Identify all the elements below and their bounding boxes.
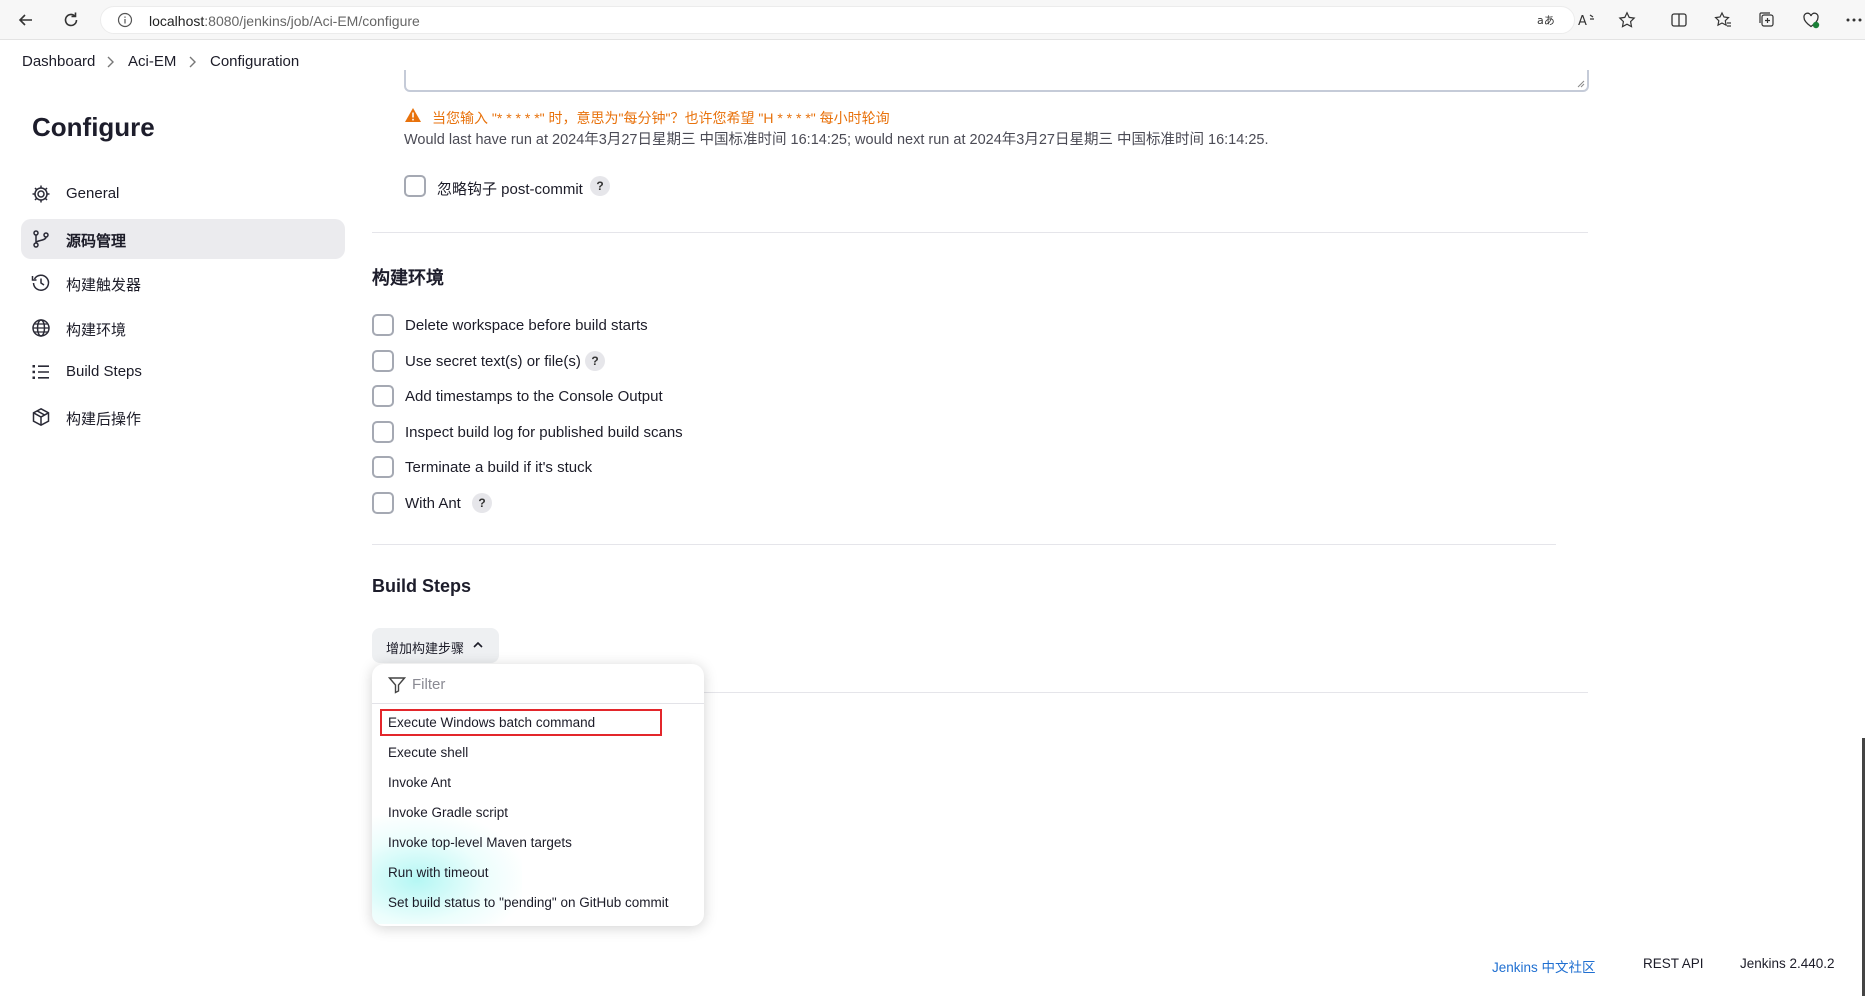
help-icon[interactable]: ? (590, 176, 610, 196)
checkbox-label: Terminate a build if it's stuck (405, 459, 593, 476)
add-build-step-button[interactable]: 增加构建步骤 (372, 628, 499, 663)
sidebar-item-build-steps[interactable]: Build Steps (21, 352, 345, 392)
back-icon[interactable] (14, 8, 38, 32)
resize-handle-icon[interactable] (1577, 80, 1585, 88)
sidebar-item-label: 源码管理 (66, 233, 127, 250)
section-title-build-steps: Build Steps (372, 576, 472, 596)
checkbox-label: Use secret text(s) or file(s) (405, 353, 581, 370)
checkbox[interactable] (372, 350, 394, 372)
split-screen-icon[interactable] (1668, 9, 1690, 31)
warning-text: 当您输入 "* * * * *" 时，意思为"每分钟"？也许您希望 "H * *… (432, 110, 890, 126)
menu-item-label: Set build status to "pending" on GitHub … (388, 895, 669, 910)
chevron-right-icon (189, 56, 196, 68)
checkbox[interactable] (372, 385, 394, 407)
list-icon (32, 365, 49, 379)
browser-essentials-icon[interactable] (1800, 9, 1822, 31)
favorite-star-icon[interactable] (1616, 9, 1638, 31)
package-icon (32, 407, 50, 427)
checkbox[interactable] (372, 492, 394, 514)
menu-item-run-with-timeout[interactable]: Run with timeout (380, 859, 696, 886)
checkbox-label: 忽略钩子 post-commit (437, 181, 583, 198)
globe-icon (32, 319, 50, 337)
checkbox-label: Add timestamps to the Console Output (405, 388, 663, 405)
chevron-right-icon (107, 56, 114, 68)
sidebar-item-triggers[interactable]: 构建触发器 (21, 263, 345, 303)
clock-icon (31, 274, 50, 291)
footer-version-link[interactable]: Jenkins 2.440.2 (1740, 956, 1835, 971)
schedule-info: Would last have run at 2024年3月27日星期三 中国标… (404, 132, 1269, 148)
sidebar-item-post-build[interactable]: 构建后操作 (21, 397, 345, 437)
url-host: localhost (149, 13, 205, 29)
section-divider (372, 232, 1588, 233)
section-divider (704, 692, 1588, 693)
menu-item-label: Execute Windows batch command (388, 715, 596, 730)
site-info-icon[interactable] (117, 12, 133, 28)
breadcrumb-dashboard[interactable]: Dashboard (22, 53, 95, 70)
checkbox[interactable] (372, 421, 394, 443)
menu-item-github-pending[interactable]: Set build status to "pending" on GitHub … (380, 889, 696, 916)
url-text: localhost:8080/jenkins/job/Aci-EM/config… (149, 13, 420, 29)
sidebar-item-label: 构建后操作 (66, 411, 142, 428)
checkbox-label: Inspect build log for published build sc… (405, 424, 683, 441)
filter-icon (388, 677, 406, 694)
menu-item-label: Invoke Ant (388, 775, 452, 790)
checkbox-label: With Ant (405, 495, 461, 512)
menu-item-label: Invoke top-level Maven targets (388, 835, 572, 850)
menu-item-execute-shell[interactable]: Execute shell (380, 739, 696, 766)
section-divider (372, 544, 1556, 545)
favorites-icon[interactable] (1712, 9, 1734, 31)
svg-text:aあ: aあ (1537, 14, 1555, 27)
sidebar-item-label: General (66, 185, 120, 202)
breadcrumb-job[interactable]: Aci-EM (128, 53, 176, 70)
section-title-build-env: 构建环境 (372, 268, 444, 288)
browser-toolbar: localhost:8080/jenkins/job/Aci-EM/config… (0, 0, 1865, 40)
sidebar-item-label: Build Steps (66, 363, 142, 380)
url-path: :8080/jenkins/job/Aci-EM/configure (204, 13, 420, 29)
read-aloud-icon[interactable]: A (1576, 9, 1598, 31)
chevron-up-icon (473, 641, 483, 648)
help-icon[interactable]: ? (585, 351, 605, 371)
sidebar-item-general[interactable]: General (21, 174, 345, 214)
menu-item-invoke-maven[interactable]: Invoke top-level Maven targets (380, 829, 696, 856)
filter-row (372, 664, 704, 704)
collections-icon[interactable] (1756, 9, 1778, 31)
checkbox-label: Delete workspace before build starts (405, 317, 648, 334)
checkbox[interactable] (372, 314, 394, 336)
svg-text:A: A (1578, 14, 1587, 28)
sidebar-item-scm[interactable]: 源码管理 (21, 219, 345, 259)
branch-icon (33, 230, 49, 248)
menu-item-invoke-gradle[interactable]: Invoke Gradle script (380, 799, 696, 826)
menu-item-invoke-ant[interactable]: Invoke Ant (380, 769, 696, 796)
add-build-step-label: 增加构建步骤 (386, 641, 465, 656)
build-step-dropdown: Execute Windows batch command Execute sh… (372, 664, 704, 926)
warning-icon (405, 108, 421, 122)
schedule-textarea[interactable] (404, 70, 1589, 92)
filter-input[interactable] (412, 670, 692, 698)
reload-icon[interactable] (59, 8, 83, 32)
sidebar-item-label: 构建触发器 (66, 277, 142, 294)
address-bar[interactable]: localhost:8080/jenkins/job/Aci-EM/config… (100, 6, 1575, 34)
more-menu-icon[interactable] (1843, 9, 1865, 31)
ignore-post-commit-checkbox[interactable] (404, 175, 426, 197)
sidebar-item-environment[interactable]: 构建环境 (21, 308, 345, 348)
sidebar-item-label: 构建环境 (66, 322, 127, 339)
gear-icon (32, 185, 50, 203)
translate-icon[interactable]: aあ (1535, 9, 1557, 31)
page-title: Configure (32, 112, 155, 142)
footer-rest-api-link[interactable]: REST API (1643, 956, 1704, 971)
menu-item-windows-batch[interactable]: Execute Windows batch command (380, 709, 662, 736)
help-icon[interactable]: ? (472, 493, 492, 513)
menu-item-label: Invoke Gradle script (388, 805, 509, 820)
breadcrumb-configuration[interactable]: Configuration (210, 53, 299, 70)
menu-item-label: Execute shell (388, 745, 469, 760)
menu-item-label: Run with timeout (388, 865, 489, 880)
checkbox[interactable] (372, 456, 394, 478)
footer-community-link[interactable]: Jenkins 中文社区 (1492, 956, 1596, 976)
